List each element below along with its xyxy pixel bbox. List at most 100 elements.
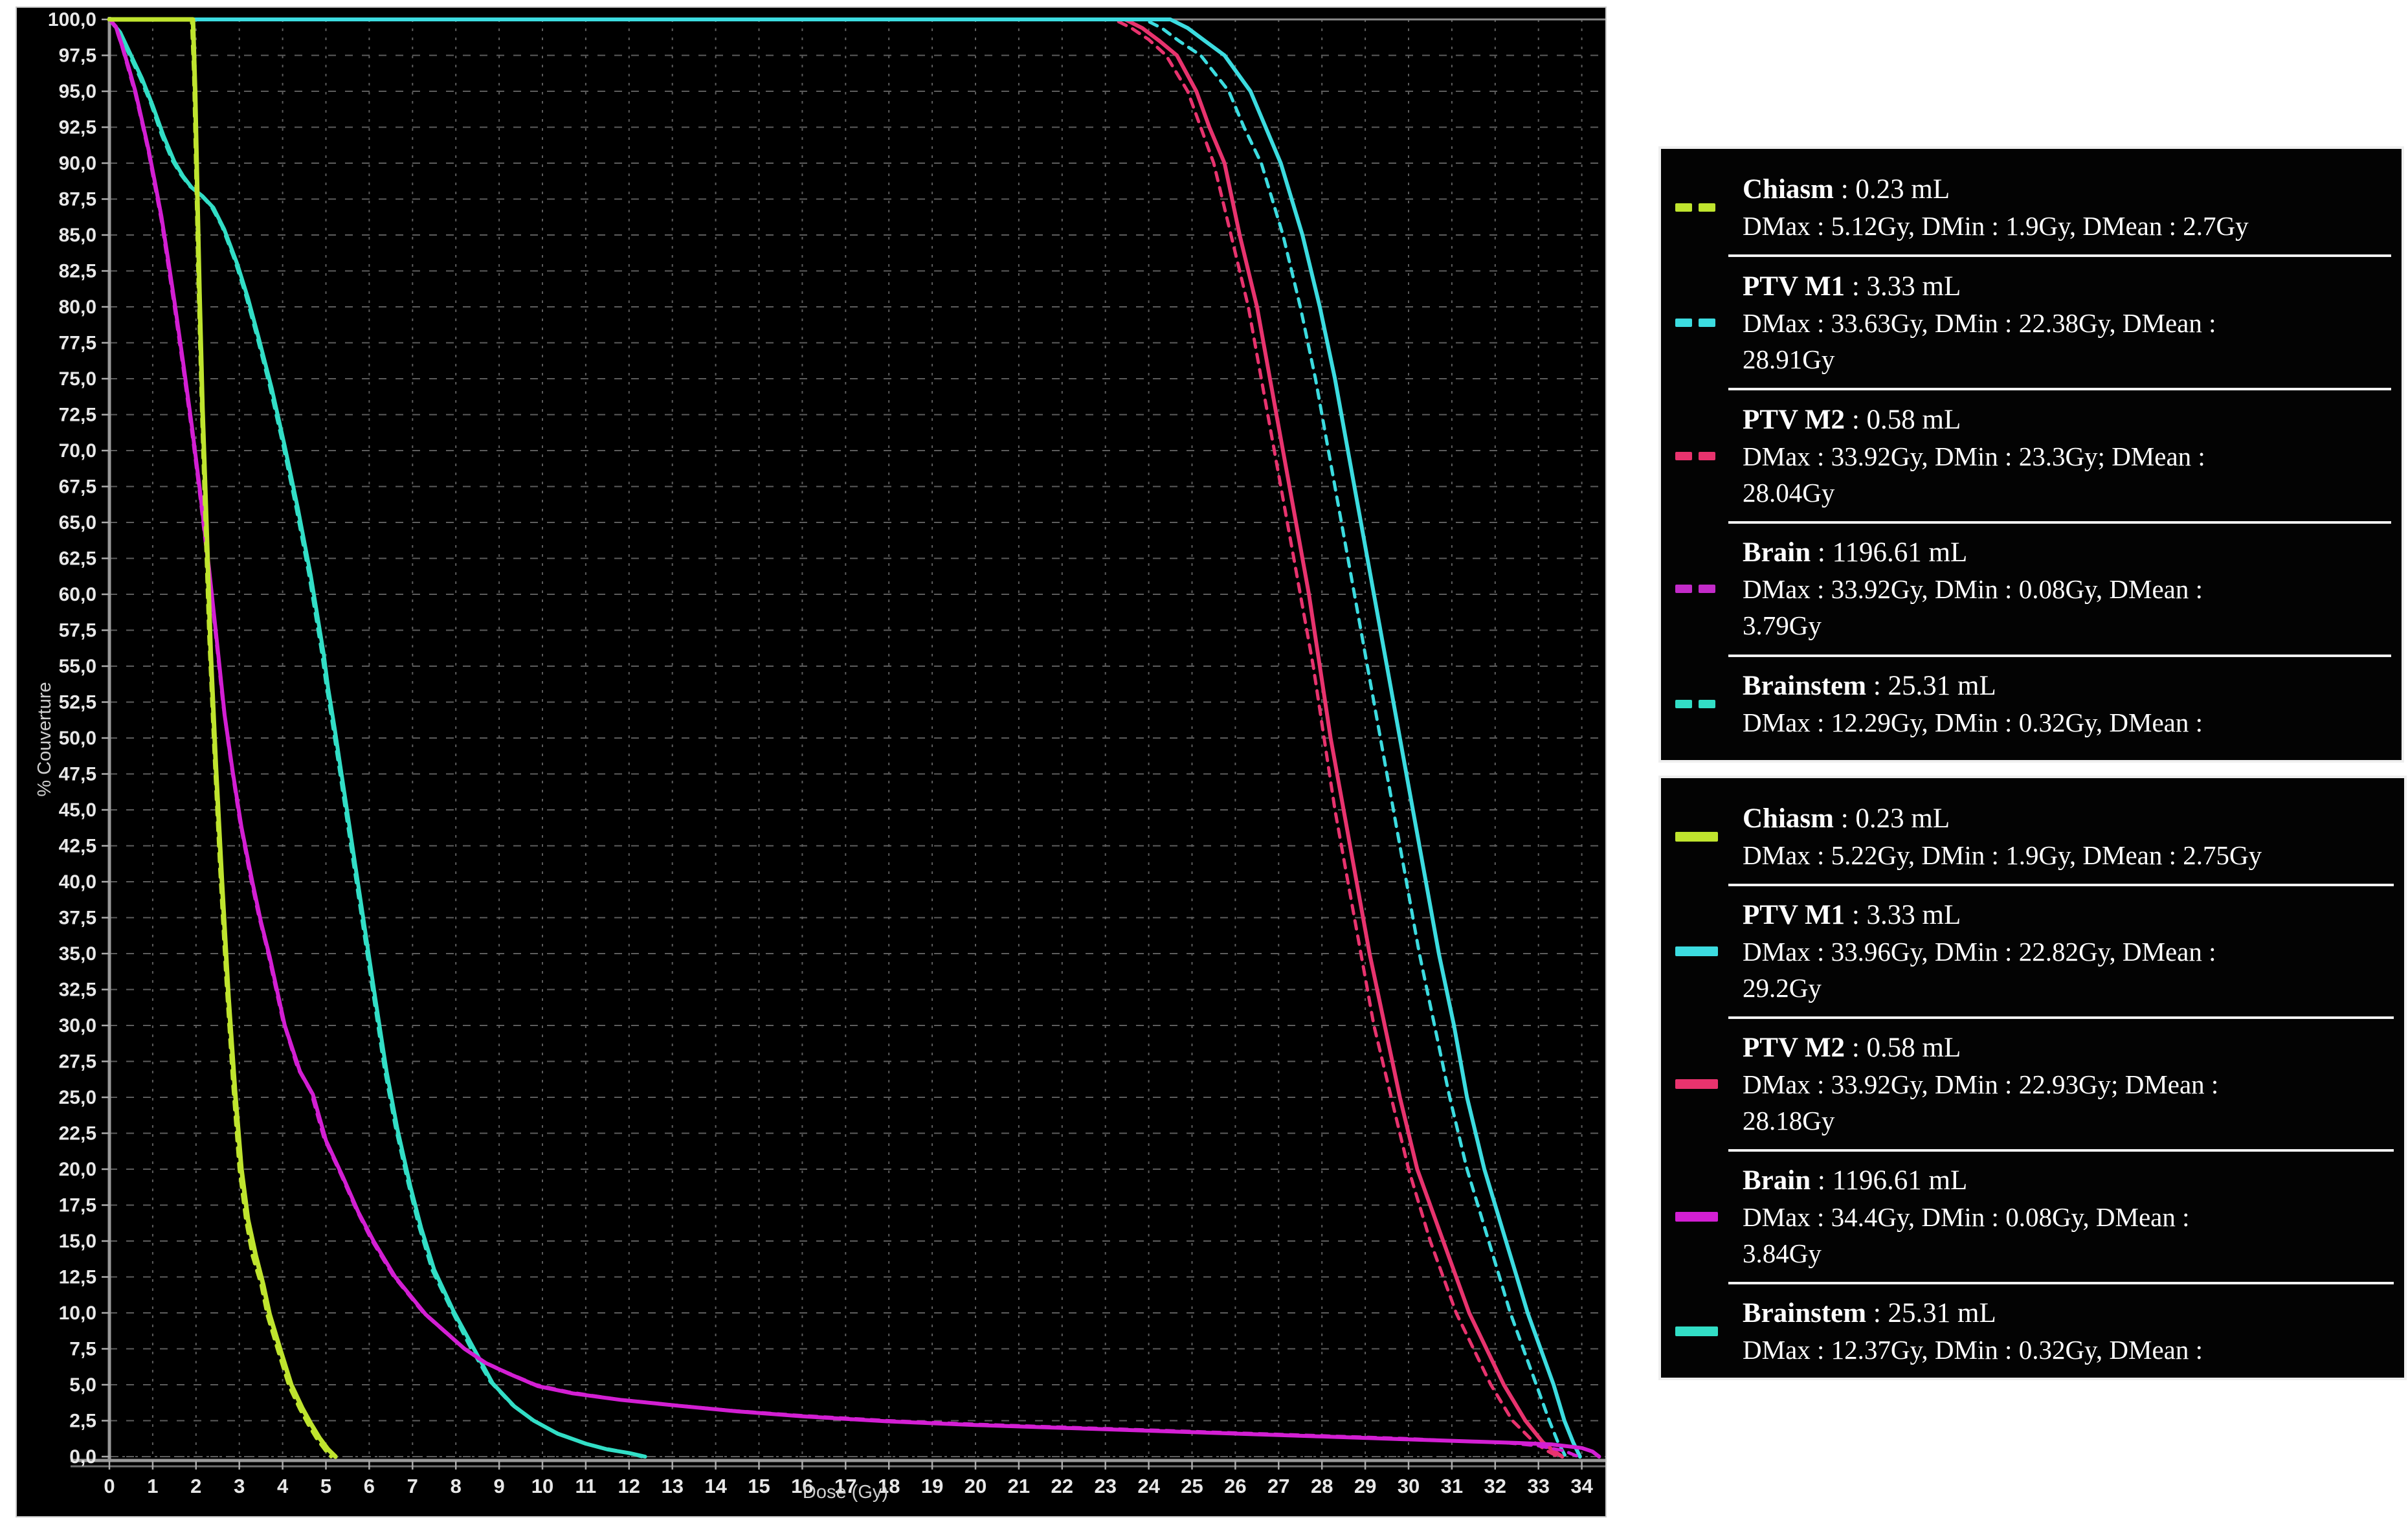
legend-entry-brain: Brain : 1196.61 mL DMax : 34.4Gy, DMin :…	[1675, 1162, 2395, 1271]
tick-label: 7	[407, 1475, 418, 1497]
tick-label: 23	[1094, 1475, 1116, 1497]
tick-label: 32	[1484, 1475, 1506, 1497]
legend-box-plan2: Chiasm : 0.23 mL DMax : 5.22Gy, DMin : 1…	[1658, 776, 2407, 1380]
tick-label: 25,0	[59, 1087, 96, 1108]
tick-label: 14	[704, 1475, 727, 1497]
tick-label: 32,5	[59, 979, 96, 1001]
legend-structure-name: PTV M2 : 0.58 mL	[1743, 401, 2392, 438]
tick-label: 92,5	[59, 117, 96, 139]
legend-entry-brainstem: Brainstem : 25.31 mL DMax : 12.37Gy, DMi…	[1675, 1295, 2395, 1368]
legend-stats-line: DMax : 33.92Gy, DMin : 22.93Gy; DMean :	[1743, 1066, 2395, 1102]
legend-organ-name: PTV M1	[1743, 900, 1845, 930]
legend-swatch	[1675, 1212, 1743, 1222]
tick-label: 45,0	[59, 800, 96, 821]
tick-label: 4	[277, 1475, 289, 1497]
tick-label: 5	[320, 1475, 331, 1497]
tick-label: 29	[1354, 1475, 1376, 1497]
tick-label: 87,5	[59, 189, 96, 210]
brainstem-dashed-swatch-icon	[1699, 700, 1715, 708]
tick-label: 30	[1398, 1475, 1420, 1497]
legend-structure-name: PTV M2 : 0.58 mL	[1743, 1029, 2395, 1066]
legend-stats-line: DMax : 33.96Gy, DMin : 22.82Gy, DMean :	[1743, 934, 2395, 970]
legend-entry-ptv_m1: PTV M1 : 3.33 mL DMax : 33.96Gy, DMin : …	[1675, 897, 2395, 1006]
legend-organ-name: Brain	[1743, 537, 1811, 568]
tick-label: 100,0	[48, 9, 96, 30]
legend-entry-brainstem: Brainstem : 25.31 mL DMax : 12.29Gy, DMi…	[1675, 667, 2392, 741]
tick-label: 77,5	[59, 333, 96, 354]
tick-label: 80,0	[59, 297, 96, 318]
brain-dashed-swatch-icon	[1675, 585, 1692, 593]
tick-label: 12	[618, 1475, 640, 1497]
tick-label: 8	[451, 1475, 462, 1497]
legend-separator	[1728, 388, 2391, 390]
tick-label: 27,5	[59, 1051, 96, 1073]
tick-label: 26	[1224, 1475, 1246, 1497]
dvh-plot: 100,097,595,092,590,087,585,082,580,077,…	[17, 8, 1605, 1516]
tick-label: 90,0	[59, 153, 96, 174]
tick-label: 6	[364, 1475, 375, 1497]
ptv_m2-solid-swatch-icon	[1675, 1079, 1718, 1089]
tick-label: 65,0	[59, 512, 96, 533]
tick-label: 42,5	[59, 836, 96, 857]
tick-label: 37,5	[59, 908, 96, 929]
legend-structure-name: Brainstem : 25.31 mL	[1743, 667, 2392, 704]
legend-entry-ptv_m1: PTV M1 : 3.33 mL DMax : 33.63Gy, DMin : …	[1675, 268, 2392, 377]
tick-label: 57,5	[59, 620, 96, 642]
chiasm-solid-swatch-icon	[1675, 832, 1718, 842]
tick-label: 20	[964, 1475, 987, 1497]
legend-structure-name: Chiasm : 0.23 mL	[1743, 171, 2392, 208]
legend-swatch	[1675, 319, 1743, 327]
legend-separator	[1728, 1149, 2394, 1152]
legend-stats-line: 28.91Gy	[1743, 341, 2392, 377]
legend-swatch	[1675, 946, 1743, 956]
tick-label: 24	[1137, 1475, 1160, 1497]
legend-separator	[1728, 655, 2391, 657]
legend-swatch	[1675, 585, 1743, 593]
tick-label: 82,5	[59, 261, 96, 282]
legend-stats-line: DMax : 12.29Gy, DMin : 0.32Gy, DMean :	[1743, 704, 2392, 741]
brainstem-solid-swatch-icon	[1675, 1326, 1718, 1336]
legend-organ-name: Chiasm	[1743, 803, 1834, 834]
tick-label: 85,0	[59, 225, 96, 246]
ptv_m1-dashed-swatch-icon	[1699, 319, 1715, 327]
chiasm-dashed-swatch-icon	[1699, 203, 1715, 212]
tick-label: 35,0	[59, 943, 96, 965]
tick-label: 7,5	[69, 1339, 96, 1360]
tick-label: 17,5	[59, 1195, 96, 1216]
ptv_m2-dashed-swatch-icon	[1699, 452, 1715, 460]
legend-entry-brain: Brain : 1196.61 mL DMax : 33.92Gy, DMin …	[1675, 534, 2392, 643]
legend-stats-line: 3.84Gy	[1743, 1235, 2395, 1271]
legend-separator	[1728, 1016, 2394, 1019]
tick-label: 50,0	[59, 728, 96, 749]
legend-entry-chiasm: Chiasm : 0.23 mL DMax : 5.22Gy, DMin : 1…	[1675, 800, 2395, 873]
tick-label: 40,0	[59, 871, 96, 893]
tick-label: 3	[234, 1475, 245, 1497]
tick-label: 13	[661, 1475, 683, 1497]
tick-label: 11	[575, 1475, 597, 1497]
tick-label: 52,5	[59, 692, 96, 713]
brain-solid-swatch-icon	[1675, 1212, 1718, 1222]
tick-label: 97,5	[59, 45, 96, 67]
brainstem-dashed-swatch-icon	[1675, 700, 1692, 708]
chiasm-dashed-swatch-icon	[1675, 203, 1692, 212]
tick-label: 21	[1008, 1475, 1030, 1497]
legend-stats-line: DMax : 33.63Gy, DMin : 22.38Gy, DMean :	[1743, 305, 2392, 341]
legend-stats-line: DMax : 12.37Gy, DMin : 0.32Gy, DMean :	[1743, 1332, 2395, 1368]
tick-label: 22,5	[59, 1123, 96, 1145]
legend-swatch	[1675, 832, 1743, 842]
legend-structure-name: Brainstem : 25.31 mL	[1743, 1295, 2395, 1332]
legend-stats-line: 3.79Gy	[1743, 607, 2392, 643]
tick-label: 30,0	[59, 1015, 96, 1036]
legend-organ-name: Brain	[1743, 1165, 1811, 1196]
legend-swatch	[1675, 203, 1743, 212]
tick-label: 72,5	[59, 405, 96, 426]
y-axis-label: % Couverture	[34, 682, 55, 796]
legend-stats-line: 28.04Gy	[1743, 475, 2392, 511]
tick-label: 31	[1441, 1475, 1463, 1497]
legend-structure-name: PTV M1 : 3.33 mL	[1743, 268, 2392, 305]
tick-label: 67,5	[59, 476, 96, 498]
ptv_m1-dashed-swatch-icon	[1675, 319, 1692, 327]
dvh-chart-card: 100,097,595,092,590,087,585,082,580,077,…	[16, 6, 1607, 1517]
legend-entry-ptv_m2: PTV M2 : 0.58 mL DMax : 33.92Gy, DMin : …	[1675, 401, 2392, 511]
tick-label: 27	[1267, 1475, 1289, 1497]
